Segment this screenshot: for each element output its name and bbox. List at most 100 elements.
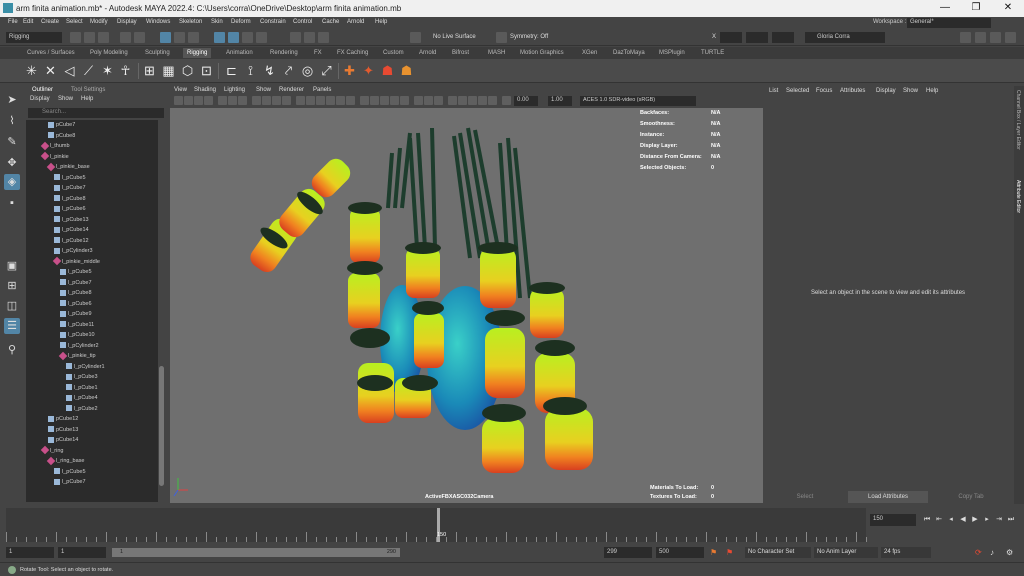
shelf-tab-curves-surfaces[interactable]: Curves / Surfaces xyxy=(27,50,75,56)
outliner-row[interactable]: l_pCube4 xyxy=(66,393,98,403)
viewport-toolbar-icon[interactable] xyxy=(346,96,355,105)
aim-constraint-icon[interactable]: ⤢ xyxy=(319,63,334,78)
scale-constraint-icon[interactable]: ◎ xyxy=(300,63,315,78)
tool-settings-toggle-icon[interactable] xyxy=(990,32,1001,43)
shelf-tab-xgen[interactable]: XGen xyxy=(582,50,597,56)
viewport-toolbar-icon[interactable] xyxy=(316,96,325,105)
outliner-row[interactable]: l_pCube7 xyxy=(54,477,86,487)
snap-to-view-plane-icon[interactable] xyxy=(256,32,267,43)
outliner-row[interactable]: l_pCube6 xyxy=(60,299,92,309)
outliner-row[interactable]: pCube13 xyxy=(48,425,78,435)
menu-help[interactable]: Help xyxy=(375,19,387,25)
four-view-layout-icon[interactable]: ⊞ xyxy=(4,278,20,294)
outliner-row[interactable]: l_pCube3 xyxy=(66,372,98,382)
play-forwards-icon[interactable]: ▶ xyxy=(970,515,980,525)
menu-constrain[interactable]: Constrain xyxy=(260,19,286,25)
viewport-menu-shading[interactable]: Shading xyxy=(194,87,216,93)
step-back-key-icon[interactable]: ⇤ xyxy=(934,515,944,525)
viewport-toolbar-icon[interactable] xyxy=(360,96,369,105)
viewport-toolbar-icon[interactable] xyxy=(488,96,497,105)
viewport-menu-renderer[interactable]: Renderer xyxy=(279,87,304,93)
playback-end-field[interactable]: 299 xyxy=(604,547,652,558)
outliner-row[interactable]: l_pCube13 xyxy=(54,215,89,225)
fps-select[interactable]: 24 fps xyxy=(881,547,931,558)
viewport-toolbar-icon[interactable] xyxy=(380,96,389,105)
insert-joint-icon[interactable]: ✕ xyxy=(43,63,58,78)
symmetry-icon[interactable] xyxy=(496,32,507,43)
attr-menu-focus[interactable]: Focus xyxy=(816,88,832,94)
viewport-toolbar-icon[interactable] xyxy=(390,96,399,105)
shelf-tab-fx[interactable]: FX xyxy=(314,50,322,56)
search-icon[interactable]: ⚲ xyxy=(4,342,20,358)
paint-select-icon[interactable]: ✎ xyxy=(4,134,20,150)
viewport-toolbar-icon[interactable] xyxy=(458,96,467,105)
select-by-component-icon[interactable] xyxy=(188,32,199,43)
viewport-toolbar-icon[interactable] xyxy=(478,96,487,105)
outliner-row[interactable]: l_pCube9 xyxy=(60,309,92,319)
load-attributes-button[interactable]: Load Attributes xyxy=(848,491,928,503)
menu-cache[interactable]: Cache xyxy=(322,19,339,25)
viewport-toolbar-icon[interactable] xyxy=(252,96,261,105)
animation-end-field[interactable]: 500 xyxy=(656,547,704,558)
side-by-side-layout-icon[interactable]: ◫ xyxy=(4,298,20,314)
viewport-toolbar-icon[interactable] xyxy=(174,96,183,105)
shelf-tab-turtle[interactable]: TURTLE xyxy=(701,50,724,56)
create-joints-icon[interactable]: ✳ xyxy=(24,63,39,78)
viewport-menu-panels[interactable]: Panels xyxy=(313,87,331,93)
outliner-row[interactable]: pCube14 xyxy=(48,435,78,445)
character-set-select[interactable]: No Character Set xyxy=(745,547,811,558)
ipr-render-icon[interactable] xyxy=(304,32,315,43)
shelf-tab-daztomaya[interactable]: DazToMaya xyxy=(613,50,645,56)
auto-key-icon[interactable]: ⚑ xyxy=(710,548,717,557)
menu-file[interactable]: File xyxy=(8,19,18,25)
tab-attribute-editor[interactable]: Attribute Editor xyxy=(1015,180,1021,213)
step-forward-frame-icon[interactable]: ▸ xyxy=(982,515,992,525)
tab-outliner[interactable]: Outliner xyxy=(32,87,53,93)
menu-windows[interactable]: Windows xyxy=(146,19,170,25)
outliner-row[interactable]: l_pCube12 xyxy=(54,236,89,246)
menu-create[interactable]: Create xyxy=(41,19,59,25)
shelf-tab-sculpting[interactable]: Sculpting xyxy=(145,50,170,56)
viewport-toolbar-icon[interactable] xyxy=(414,96,423,105)
select-by-hierarchy-icon[interactable] xyxy=(160,32,171,43)
outliner-row[interactable]: l_pCube10 xyxy=(60,330,95,340)
step-forward-key-icon[interactable]: ⇥ xyxy=(994,515,1004,525)
snap-to-grid-icon[interactable] xyxy=(214,32,225,43)
parent-constraint-icon[interactable]: ⟟ xyxy=(243,63,258,78)
viewport-toolbar-icon[interactable] xyxy=(218,96,227,105)
outliner-menu-help[interactable]: Help xyxy=(81,96,93,102)
cluster-icon[interactable]: ⊡ xyxy=(199,63,214,78)
viewport-toolbar-icon[interactable] xyxy=(296,96,305,105)
play-backwards-icon[interactable]: ◀ xyxy=(958,515,968,525)
viewport-toolbar-icon[interactable] xyxy=(194,96,203,105)
lattice-icon[interactable]: ⬡ xyxy=(180,63,195,78)
viewport-toolbar-icon[interactable] xyxy=(228,96,237,105)
attr-menu-list[interactable]: List xyxy=(769,88,778,94)
viewport-menu-view[interactable]: View xyxy=(174,87,187,93)
bind-skin-icon[interactable]: ⊞ xyxy=(142,63,157,78)
anim-layer-select[interactable]: No Anim Layer xyxy=(814,547,878,558)
point-constraint-icon[interactable]: ↯ xyxy=(262,63,277,78)
shelf-tab-mash[interactable]: MASH xyxy=(488,50,505,56)
menu-skin[interactable]: Skin xyxy=(211,19,223,25)
loop-icon[interactable]: ⟳ xyxy=(975,548,982,557)
open-scene-icon[interactable] xyxy=(84,32,95,43)
modeling-toolkit-icon[interactable] xyxy=(960,32,971,43)
symmetry-label[interactable]: Symmetry: Off xyxy=(510,34,548,40)
mirror-joint-icon[interactable]: ◁ xyxy=(62,63,77,78)
shelf-tab-rendering[interactable]: Rendering xyxy=(270,50,298,56)
viewport-toolbar-icon[interactable] xyxy=(262,96,271,105)
menu-edit[interactable]: Edit xyxy=(23,19,33,25)
viewport-toolbar-icon[interactable] xyxy=(272,96,281,105)
character-controls-icon[interactable]: ✦ xyxy=(361,63,376,78)
snap-to-point-icon[interactable] xyxy=(242,32,253,43)
render-icon[interactable] xyxy=(290,32,301,43)
menu-display[interactable]: Display xyxy=(117,19,137,25)
attr-menu-attributes[interactable]: Attributes xyxy=(840,88,865,94)
minimize-button[interactable]: — xyxy=(938,2,952,14)
shelf-tab-animation[interactable]: Animation xyxy=(226,50,253,56)
redo-icon[interactable] xyxy=(134,32,145,43)
shelf-tab-custom[interactable]: Custom xyxy=(383,50,404,56)
outliner-layout-icon[interactable]: ☰ xyxy=(4,318,20,334)
outliner-row[interactable]: l_pinkie_middle xyxy=(52,256,100,267)
